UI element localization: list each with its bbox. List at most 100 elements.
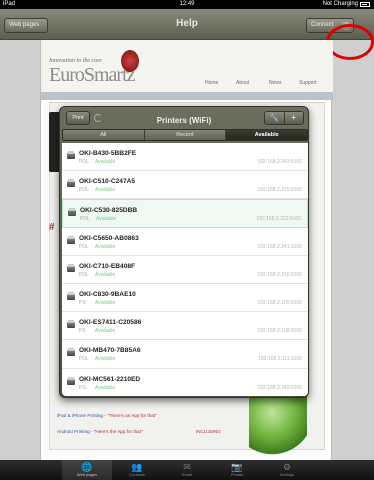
printer-language: PDL — [79, 187, 89, 194]
segment-recent[interactable]: Recent — [143, 130, 226, 140]
web-logo: EuroSmartz — [49, 64, 136, 86]
web-header: Innovation to the core EuroSmartz Home A… — [41, 40, 333, 92]
nav-bar: Web pages Help Connect ⎘ — [0, 9, 374, 40]
printer-name: OKI-C710-EB408F — [79, 262, 136, 270]
web-link-android[interactable]: Android Printing - "Here's the App for t… — [57, 429, 143, 434]
printer-language: PDL — [79, 159, 89, 165]
printer-address: 192.168.2.215:9100 — [257, 187, 303, 194]
printer-icon — [67, 291, 75, 300]
printer-name: OKI-MB470-7B85A6 — [79, 347, 141, 355]
printer-row[interactable]: OKI-MB470-7B85A6 PDL Available 192.168.2.11… — [62, 340, 308, 369]
printer-icon — [67, 235, 75, 244]
printer-address: 192.168.2.111:9100 — [258, 356, 302, 363]
camera-icon: 📷 — [231, 462, 243, 472]
wrench-icon[interactable]: 🔧 — [265, 112, 284, 124]
tab-label: Contacts — [129, 472, 145, 477]
printer-name: OKI-C530-825DBB — [80, 207, 138, 215]
web-nav-support[interactable]: Support — [299, 80, 317, 86]
printer-icon — [67, 348, 75, 357]
web-strip — [41, 92, 333, 100]
printer-address: 192.168.2.216:9100 — [257, 271, 303, 278]
add-icon[interactable]: + — [283, 112, 304, 124]
printer-language: PDL — [79, 356, 89, 363]
printer-row[interactable]: OKI-C710-EB408F PDL Available 192.168.2.216… — [62, 256, 308, 284]
printer-list: OKI-B430-5BB2FE PDL Available 192.168.2.243… — [62, 143, 308, 396]
status-bar: iPad 12:49 Not Charging — [0, 0, 374, 9]
printer-row[interactable]: OKI-C830-9BAE10 PS Available 192.168.2.109:… — [62, 284, 308, 313]
highlight-circle — [326, 24, 374, 60]
filter-segmented-control: All Recent Available — [62, 129, 308, 141]
printer-name: OKI-C830-9BAE10 — [79, 290, 136, 298]
tab-settings[interactable]: ⚙ Settings — [262, 460, 312, 480]
tab-photos[interactable]: 📷 Photos — [212, 460, 262, 480]
printer-status: Available — [95, 243, 116, 250]
web-link-ipad[interactable]: iPad & iPhone Printing - "There's an App… — [57, 413, 157, 418]
battery-status: Not Charging — [323, 0, 370, 9]
printer-address: 192.168.2.108:9100 — [257, 328, 303, 335]
printer-status: Available — [95, 299, 116, 306]
printer-language: PS — [79, 299, 86, 306]
web-link-ipad-prefix: iPad & iPhone Printing - — [57, 413, 106, 418]
battery-icon — [360, 2, 370, 7]
tab-label: Photos — [230, 472, 244, 477]
printer-language: PS — [79, 328, 86, 335]
globe-icon: 🌐 — [81, 462, 93, 472]
web-nav-news[interactable]: News — [269, 80, 282, 86]
printer-status: Available — [95, 356, 116, 363]
tab-email[interactable]: ✉ Email — [162, 460, 212, 480]
printer-icon — [67, 151, 75, 159]
printer-address: 192.168.2.249:9100 — [257, 384, 303, 391]
printer-name: OKI-C510-C247A5 — [79, 178, 136, 186]
printer-address: 192.168.2.243:9100 — [257, 159, 303, 165]
tab-label: Email — [181, 472, 192, 477]
printers-popover: Print Printers (WiFi) 🔧 + All Recent Avail… — [59, 106, 309, 398]
contacts-icon: 👥 — [131, 462, 143, 472]
printer-icon — [67, 320, 75, 329]
printer-icon — [67, 376, 75, 385]
segment-available[interactable]: Available — [225, 130, 307, 140]
printer-name: OKI-ES7411-C20586 — [79, 319, 142, 327]
printer-status: Available — [95, 187, 116, 194]
printer-status: Available — [95, 271, 116, 278]
printer-language: PDL — [79, 243, 89, 250]
tab-bar: 🌐 Web pages 👥 Contacts ✉ Email 📷 Photos ⚙ Setting… — [0, 460, 374, 480]
printer-row[interactable]: OKI-C530-825DBB PDL Available 192.168.2.222… — [62, 199, 308, 228]
segment-all[interactable]: All — [63, 130, 144, 140]
tab-label: Web pages — [76, 472, 98, 477]
printer-icon — [67, 179, 75, 188]
printer-row[interactable]: OKI-ES7411-C20586 PS Available 192.168.2.10… — [62, 312, 308, 341]
printer-address: 192.168.2.222:9100 — [256, 216, 302, 223]
tab-contacts[interactable]: 👥 Contacts — [112, 460, 162, 480]
tab-web-pages[interactable]: 🌐 Web pages — [62, 460, 112, 480]
web-nav-about[interactable]: About — [236, 80, 249, 86]
printer-status: Available — [96, 216, 117, 223]
printer-name: OKI-MC561-2210ED — [79, 375, 141, 383]
printer-name: OKI-B430-5BB2FE — [79, 150, 137, 157]
printer-row[interactable]: OKI-C5650-AB0863 PDL Available 192.168.2.24… — [62, 228, 308, 256]
printer-language: PDL — [79, 271, 89, 278]
printer-row[interactable]: OKI-B430-5BB2FE PDL Available 192.168.2.243… — [62, 143, 308, 172]
printer-status: Available — [95, 384, 116, 391]
printer-row[interactable]: OKI-MC561-2210ED PS Available 192.168.2.249… — [62, 369, 308, 396]
web-link-ipad-highlight[interactable]: "There's an App for that" — [107, 413, 157, 418]
web-hash: # — [49, 222, 55, 233]
popover-tools: 🔧 + — [264, 111, 304, 125]
printer-language: PDL — [80, 216, 90, 223]
tab-label: Settings — [279, 472, 295, 477]
web-link-android-prefix: Android Printing - — [57, 429, 93, 434]
web-including: INCLUDING — [196, 429, 221, 434]
email-icon: ✉ — [183, 462, 191, 472]
web-nav-home[interactable]: Home — [205, 80, 218, 86]
printer-language: PS — [79, 384, 86, 391]
gear-icon: ⚙ — [282, 462, 292, 472]
printer-row[interactable]: OKI-C510-C247A5 PDL Available 192.168.2.215… — [62, 171, 308, 200]
printer-icon — [67, 263, 75, 272]
printer-address: 192.168.2.109:9100 — [257, 299, 303, 306]
printer-name: OKI-C5650-AB0863 — [79, 234, 139, 242]
printer-address: 192.168.2.241:9100 — [257, 243, 303, 250]
charging-label: Not Charging — [322, 1, 358, 7]
seal-icon — [121, 50, 139, 72]
printer-status: Available — [95, 159, 116, 165]
web-link-android-highlight[interactable]: "Here's the App for that" — [94, 429, 143, 434]
printer-status: Available — [95, 328, 116, 335]
